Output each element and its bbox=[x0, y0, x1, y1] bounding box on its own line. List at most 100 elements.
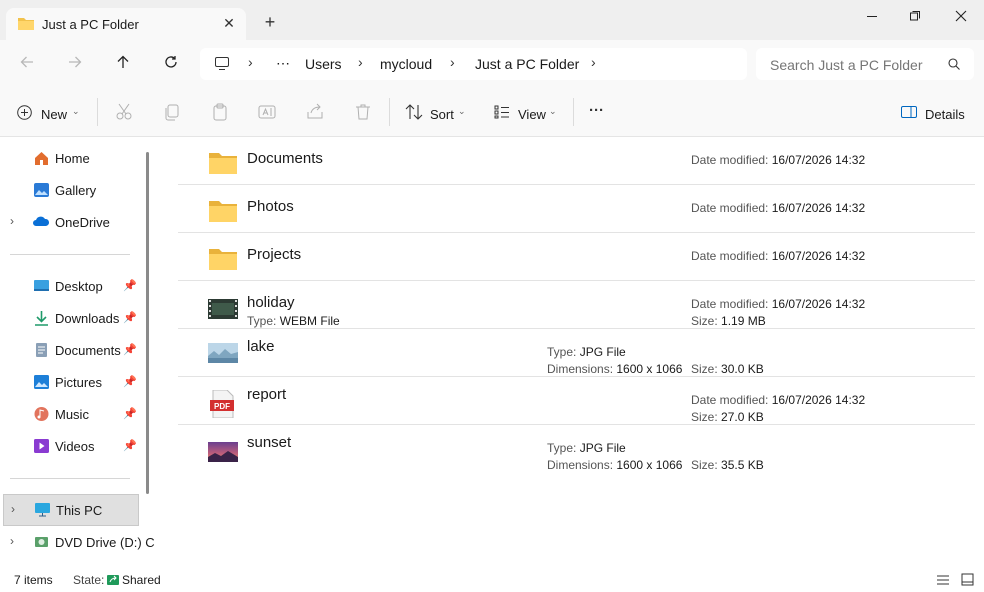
dimensions-value: 1600 x 1066 bbox=[616, 458, 683, 472]
search-icon bbox=[948, 58, 960, 70]
breadcrumb-mycloud[interactable]: mycloud bbox=[380, 56, 432, 72]
file-date: Date modified: 16/07/2026 14:32 bbox=[691, 201, 865, 215]
sidebar-item-desktop[interactable]: Desktop 📌 bbox=[0, 272, 140, 300]
up-button[interactable] bbox=[111, 52, 135, 76]
date-modified-value: 16/07/2026 14:32 bbox=[771, 297, 866, 311]
dvd-drive-icon bbox=[35, 537, 48, 547]
new-label: New bbox=[41, 107, 68, 122]
date-modified-label: Date modified: bbox=[691, 297, 769, 311]
back-button[interactable] bbox=[15, 52, 39, 76]
rename-icon[interactable] bbox=[257, 102, 277, 122]
pin-icon[interactable]: 📌 bbox=[123, 375, 137, 388]
list-item[interactable]: sunset Type: JPG File Dimensions: 1600 x… bbox=[178, 425, 975, 472]
size-value: 27.0 KB bbox=[721, 410, 764, 424]
dimensions-label: Dimensions: bbox=[547, 458, 614, 472]
close-window-button[interactable] bbox=[949, 6, 973, 26]
minimize-button[interactable] bbox=[860, 6, 884, 26]
file-dimensions: Dimensions: 1600 x 1066 bbox=[547, 458, 682, 472]
sidebar-scrollbar[interactable] bbox=[146, 152, 149, 494]
tiles-view-icon[interactable] bbox=[961, 573, 974, 586]
pictures-icon bbox=[34, 375, 49, 389]
share-icon[interactable] bbox=[305, 102, 325, 122]
forward-button[interactable] bbox=[63, 52, 87, 76]
breadcrumb-separator-icon: › bbox=[450, 54, 455, 70]
breadcrumb-separator-icon[interactable]: › bbox=[591, 54, 596, 70]
breadcrumb-overflow[interactable]: ⋯ bbox=[276, 55, 290, 72]
sort-button[interactable]: Sort ⌄ bbox=[398, 96, 472, 128]
pin-icon[interactable]: 📌 bbox=[123, 279, 137, 292]
sidebar-item-music[interactable]: Music 📌 bbox=[0, 400, 140, 428]
list-item[interactable]: lake Type: JPG File Dimensions: 1600 x 1… bbox=[178, 329, 975, 377]
sidebar-item-this-pc[interactable]: › This PC bbox=[3, 494, 139, 526]
chevron-down-icon: ⌄ bbox=[549, 106, 557, 116]
sidebar-item-label: Videos bbox=[55, 439, 95, 454]
videos-icon bbox=[34, 439, 49, 453]
type-value: JPG File bbox=[579, 345, 626, 359]
address-bar[interactable]: › ⋯ Users › mycloud › Just a PC Folder › bbox=[200, 48, 747, 80]
toolbar-divider bbox=[389, 98, 390, 126]
new-tab-button[interactable]: + bbox=[259, 12, 281, 34]
sidebar-item-label: Music bbox=[55, 407, 89, 422]
date-modified-label: Date modified: bbox=[691, 201, 769, 215]
computer-icon bbox=[215, 57, 229, 70]
view-button[interactable]: View ⌄ bbox=[487, 96, 563, 128]
sidebar-item-label: DVD Drive (D:) C bbox=[55, 535, 155, 550]
refresh-button[interactable] bbox=[159, 52, 183, 76]
list-item[interactable]: PDF report Date modified: 16/07/2026 14:… bbox=[178, 377, 975, 425]
details-button[interactable]: Details bbox=[893, 96, 973, 128]
sidebar-item-gallery[interactable]: Gallery bbox=[0, 176, 140, 204]
sidebar-item-label: Home bbox=[55, 151, 90, 166]
sidebar-item-downloads[interactable]: Downloads 📌 bbox=[0, 304, 140, 332]
file-name: Documents bbox=[247, 150, 323, 167]
breadcrumb-current[interactable]: Just a PC Folder bbox=[475, 56, 579, 72]
file-date: Date modified: 16/07/2026 14:32 bbox=[691, 249, 865, 263]
copy-icon[interactable] bbox=[162, 102, 182, 122]
sidebar-item-label: This PC bbox=[56, 503, 103, 518]
sidebar-item-home[interactable]: Home bbox=[0, 144, 140, 172]
sidebar-item-documents[interactable]: Documents 📌 bbox=[0, 336, 140, 364]
close-tab-icon[interactable]: ✕ bbox=[220, 14, 238, 32]
sidebar-item-label: Pictures bbox=[55, 375, 102, 390]
sort-label: Sort bbox=[430, 107, 454, 122]
sidebar-item-dvd-drive[interactable]: › DVD Drive (D:) C bbox=[0, 528, 155, 556]
file-type: Type: WEBM File bbox=[247, 314, 340, 328]
file-name: Photos bbox=[247, 198, 294, 215]
paste-icon[interactable] bbox=[210, 102, 230, 122]
size-value: 30.0 KB bbox=[721, 362, 764, 376]
item-count: 7 items bbox=[14, 573, 53, 587]
size-label: Size: bbox=[691, 362, 718, 376]
sidebar-item-onedrive[interactable]: › OneDrive bbox=[0, 208, 140, 236]
sidebar-item-pictures[interactable]: Pictures 📌 bbox=[0, 368, 140, 396]
date-modified-label: Date modified: bbox=[691, 153, 769, 167]
pin-icon[interactable]: 📌 bbox=[123, 439, 137, 452]
list-item[interactable]: holiday Type: WEBM File Date modified: 1… bbox=[178, 281, 975, 329]
folder-icon bbox=[209, 201, 237, 222]
file-size: Size: 30.0 KB bbox=[691, 362, 764, 376]
pin-icon[interactable]: 📌 bbox=[123, 311, 137, 324]
delete-icon[interactable] bbox=[353, 102, 373, 122]
folder-icon bbox=[209, 249, 237, 270]
chevron-right-icon[interactable]: › bbox=[10, 534, 14, 548]
sidebar-item-videos[interactable]: Videos 📌 bbox=[0, 432, 140, 460]
address-row: › ⋯ Users › mycloud › Just a PC Folder › bbox=[0, 40, 984, 88]
pin-icon[interactable]: 📌 bbox=[123, 343, 137, 356]
more-options-icon[interactable]: ··· bbox=[589, 102, 604, 119]
tab-current[interactable]: Just a PC Folder ✕ bbox=[6, 8, 246, 40]
list-item[interactable]: Documents Date modified: 16/07/2026 14:3… bbox=[178, 137, 975, 185]
chevron-right-icon[interactable]: › bbox=[11, 502, 15, 516]
breadcrumb-users[interactable]: Users bbox=[305, 56, 342, 72]
pin-icon[interactable]: 📌 bbox=[123, 407, 137, 420]
cut-icon[interactable] bbox=[114, 102, 134, 122]
maximize-button[interactable] bbox=[903, 6, 927, 26]
details-view-icon[interactable] bbox=[936, 574, 950, 586]
breadcrumb-separator-icon: › bbox=[248, 54, 253, 70]
size-value: 1.19 MB bbox=[721, 314, 766, 328]
search-input[interactable] bbox=[768, 54, 942, 76]
state-value: Shared bbox=[122, 573, 161, 587]
search-box[interactable] bbox=[756, 48, 974, 80]
list-item[interactable]: Projects Date modified: 16/07/2026 14:32 bbox=[178, 233, 975, 281]
chevron-right-icon[interactable]: › bbox=[10, 214, 14, 228]
list-item[interactable]: Photos Date modified: 16/07/2026 14:32 bbox=[178, 185, 975, 233]
type-label: Type: bbox=[547, 441, 577, 455]
new-button[interactable]: New ⌄ bbox=[10, 96, 86, 128]
